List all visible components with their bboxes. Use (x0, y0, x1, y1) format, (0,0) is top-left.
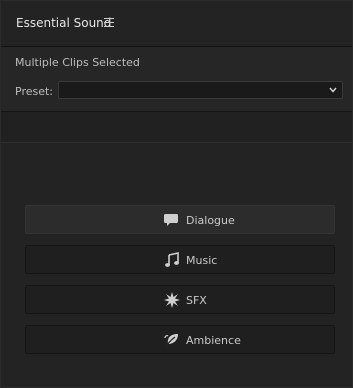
preset-dropdown[interactable] (58, 81, 343, 99)
hamburger-menu-icon[interactable] (104, 18, 114, 27)
leaf-icon (164, 334, 178, 348)
speech-bubble-icon (164, 214, 178, 226)
panel-title: Essential Sound (16, 16, 112, 30)
selection-section: Multiple Clips Selected Preset: (1, 47, 352, 112)
music-label: Music (186, 254, 218, 267)
essential-sound-panel: Essential Sound Multiple Clips Selected … (0, 0, 353, 388)
chevron-down-icon (329, 87, 337, 93)
panel-header: Essential Sound (1, 1, 352, 47)
sfx-button[interactable]: SFX (25, 285, 335, 314)
ambience-label: Ambience (186, 334, 241, 347)
preset-label: Preset: (15, 85, 54, 98)
dialogue-label: Dialogue (186, 214, 235, 227)
music-note-icon (165, 252, 179, 267)
dialogue-button[interactable]: Dialogue (25, 205, 335, 234)
burst-icon (164, 292, 180, 308)
music-button[interactable]: Music (25, 245, 335, 274)
divider-strip (1, 112, 352, 143)
ambience-button[interactable]: Ambience (25, 325, 335, 354)
selection-label: Multiple Clips Selected (15, 56, 140, 69)
sfx-label: SFX (186, 294, 207, 307)
